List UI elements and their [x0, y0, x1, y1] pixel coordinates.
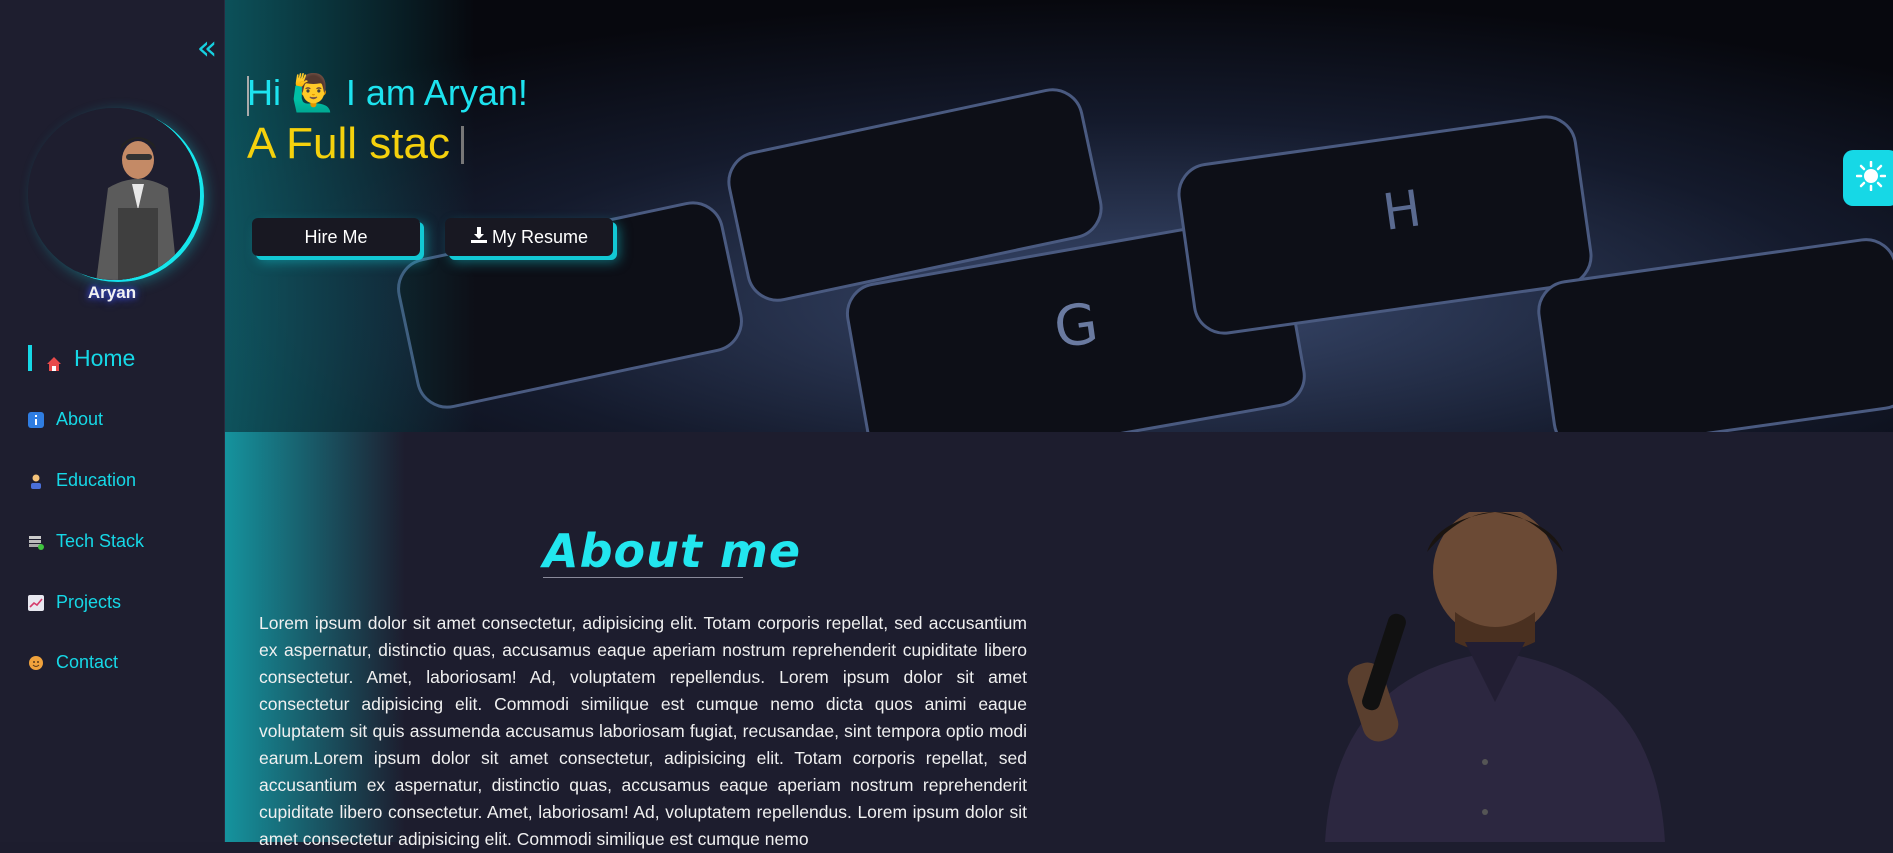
hire-me-label: Hire Me	[304, 226, 368, 247]
chart-icon	[28, 594, 44, 611]
sidebar-item-label: Tech Stack	[56, 531, 145, 551]
active-indicator	[28, 345, 32, 371]
my-resume-button[interactable]: My Resume	[445, 218, 613, 256]
person-icon	[28, 655, 44, 671]
keyboard-background-image: G H	[225, 0, 1893, 432]
double-chevron-left-icon[interactable]: «	[192, 30, 222, 66]
profile-avatar	[28, 108, 200, 280]
my-resume-label: My Resume	[491, 226, 589, 247]
sidebar-item-education[interactable]: Education	[28, 470, 136, 491]
about-title: About me	[543, 524, 802, 578]
sidebar-item-label: Home	[74, 345, 136, 371]
sidebar-item-label: Projects	[56, 592, 122, 612]
sidebar-item-home[interactable]: Home	[46, 345, 135, 372]
sidebar-item-label: Contact	[56, 652, 119, 672]
svg-text:G: G	[1050, 291, 1102, 361]
greeting-prefix: Hi	[247, 72, 281, 113]
greeting-suffix: I am Aryan!	[345, 72, 528, 113]
waving-person-icon: 🙋‍♂️	[291, 72, 336, 113]
svg-text:H: H	[1379, 179, 1424, 242]
typing-text: A Full stac	[247, 119, 450, 168]
typing-caret	[461, 126, 464, 164]
hero-glow	[225, 0, 475, 432]
sidebar-item-label: Education	[56, 470, 137, 490]
sidebar-item-tech-stack[interactable]: Tech Stack	[28, 531, 144, 552]
info-icon	[28, 411, 44, 428]
sidebar-item-projects[interactable]: Projects	[28, 592, 121, 613]
sun-icon	[1855, 160, 1887, 196]
sidebar: « Aryan Home About Education Tech Stack …	[0, 0, 225, 842]
about-section: About me Lorem ipsum dolor sit amet cons…	[225, 432, 1893, 849]
profile-name: Aryan	[87, 283, 137, 302]
house-icon	[46, 351, 62, 371]
sidebar-item-label: About	[56, 409, 104, 429]
sidebar-item-contact[interactable]: Contact	[28, 652, 118, 673]
theme-toggle-button[interactable]	[1843, 150, 1893, 206]
hero-greeting: Hi 🙋‍♂️ I am Aryan!	[247, 72, 528, 114]
student-icon	[28, 473, 44, 489]
speaker-photo	[1325, 512, 1665, 842]
server-icon	[28, 534, 44, 550]
about-title-underline	[543, 577, 743, 578]
sidebar-item-about[interactable]: About	[28, 409, 103, 430]
hero-section: G H Hi 🙋‍♂️ I am Aryan! A Full stac Hire…	[225, 0, 1893, 432]
about-paragraph: Lorem ipsum dolor sit amet consectetur, …	[259, 613, 1027, 849]
download-icon	[470, 226, 488, 249]
hire-me-button[interactable]: Hire Me	[252, 218, 420, 256]
